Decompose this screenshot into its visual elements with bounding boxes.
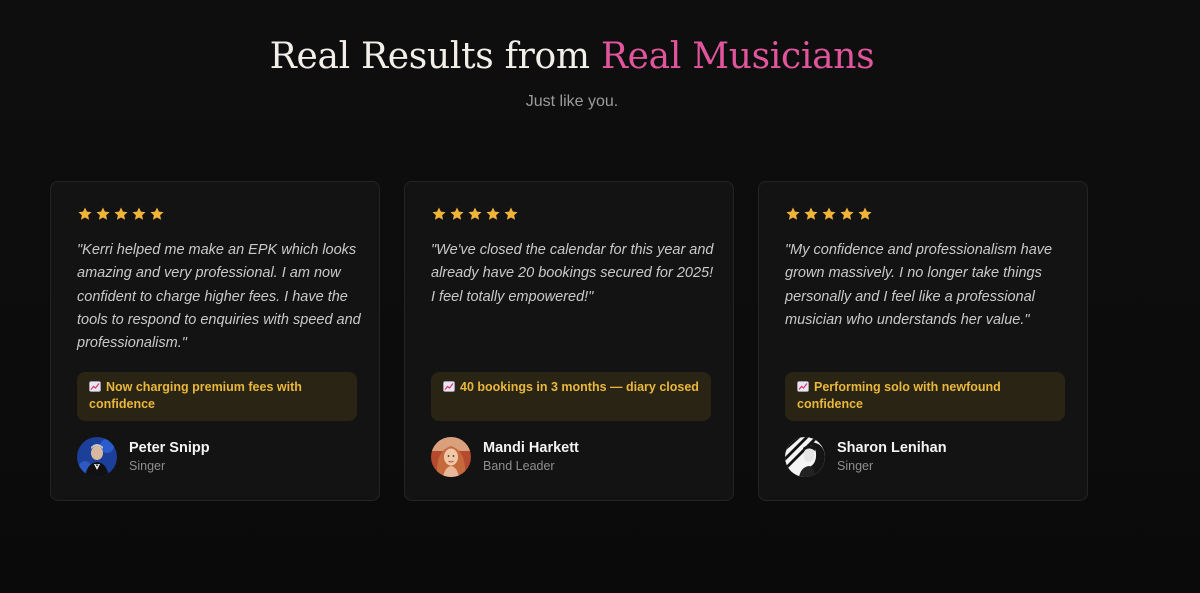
section-subtitle: Just like you.	[525, 93, 619, 110]
result-badge: Performing solo with newfound confidence	[785, 372, 1065, 421]
star-icon	[503, 206, 519, 222]
star-rating	[77, 206, 165, 222]
author-name: Mandi Harkett	[483, 440, 579, 456]
star-icon	[485, 206, 501, 222]
testimonial-card: "We've closed the calendar for this year…	[404, 181, 734, 501]
result-badge: 40 bookings in 3 months — diary closed	[431, 372, 711, 421]
author-role: Singer	[837, 459, 874, 473]
chart-increasing-icon	[89, 381, 101, 392]
star-icon	[113, 206, 129, 222]
author: Mandi Harkett Band Leader	[431, 437, 579, 477]
star-rating	[431, 206, 519, 222]
star-icon	[449, 206, 465, 222]
star-icon	[467, 206, 483, 222]
avatar	[77, 437, 117, 477]
star-icon	[431, 206, 447, 222]
star-icon	[95, 206, 111, 222]
section-title-main: Real Results from	[269, 36, 601, 77]
star-icon	[131, 206, 147, 222]
star-icon	[149, 206, 165, 222]
star-rating	[785, 206, 873, 222]
chart-increasing-icon	[797, 381, 809, 392]
author-name: Peter Snipp	[129, 440, 210, 456]
star-icon	[803, 206, 819, 222]
star-icon	[821, 206, 837, 222]
section-title-accent: Real Musicians	[600, 36, 875, 77]
chart-increasing-icon	[443, 381, 455, 392]
author-role: Singer	[129, 459, 166, 473]
author: Sharon Lenihan Singer	[785, 437, 947, 477]
author-name: Sharon Lenihan	[837, 440, 947, 456]
avatar	[785, 437, 825, 477]
result-text: Now charging premium fees with confidenc…	[89, 380, 302, 411]
result-text: 40 bookings in 3 months — diary closed	[460, 380, 699, 394]
star-icon	[77, 206, 93, 222]
result-text: Performing solo with newfound confidence	[797, 380, 1001, 411]
author-role: Band Leader	[483, 459, 555, 473]
testimonial-quote: "We've closed the calendar for this year…	[431, 242, 714, 305]
testimonial-cards: "Kerri helped me make an EPK which looks…	[50, 181, 1088, 501]
star-icon	[839, 206, 855, 222]
testimonial-card: "Kerri helped me make an EPK which looks…	[50, 181, 380, 501]
testimonial-quote: "Kerri helped me make an EPK which looks…	[77, 242, 361, 352]
star-icon	[857, 206, 873, 222]
testimonial-card: "My confidence and professionalism have …	[758, 181, 1088, 501]
avatar	[431, 437, 471, 477]
testimonial-quote: "My confidence and professionalism have …	[785, 242, 1053, 328]
star-icon	[785, 206, 801, 222]
author: Peter Snipp Singer	[77, 437, 210, 477]
section-title: Real Results from Real Musicians	[0, 36, 1144, 77]
testimonials-section: Real Results from Real Musicians Just li…	[0, 0, 1200, 593]
result-badge: Now charging premium fees with confidenc…	[77, 372, 357, 421]
